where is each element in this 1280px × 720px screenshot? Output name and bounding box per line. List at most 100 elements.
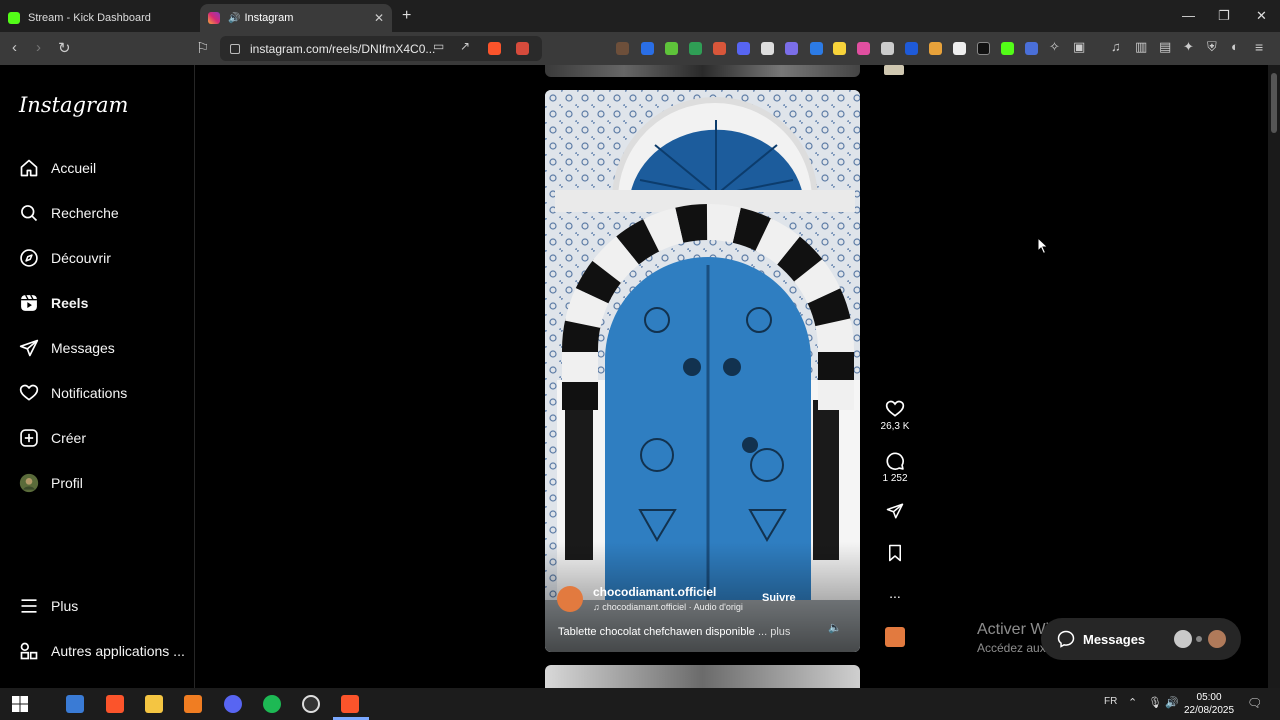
extension-icon[interactable] xyxy=(785,42,798,55)
tab-instagram[interactable]: 🔊 Instagram ✕ xyxy=(200,4,392,32)
share-icon[interactable]: ↗ xyxy=(460,39,470,53)
site-info-icon[interactable] xyxy=(230,43,240,54)
share-action[interactable] xyxy=(876,502,914,520)
obs-icon[interactable] xyxy=(302,695,320,713)
sidebar-item-plus[interactable]: Plus xyxy=(18,588,78,624)
sidebar-item-label: Recherche xyxy=(51,205,119,221)
store-icon[interactable] xyxy=(66,695,84,713)
page-scrollbar[interactable] xyxy=(1268,65,1280,688)
brave-active-icon[interactable] xyxy=(341,695,359,713)
url-text: instagram.com/reels/DNIfmX4C0... xyxy=(250,41,436,56)
extension-icon[interactable] xyxy=(833,42,846,55)
extension-icon[interactable] xyxy=(953,42,966,55)
search-icon xyxy=(18,202,40,224)
brave-rewards-icon[interactable] xyxy=(516,42,529,55)
vpn-icon[interactable]: ⛨ xyxy=(1207,39,1217,55)
app-icon[interactable] xyxy=(184,695,202,713)
sidebar-item-messages[interactable]: Messages xyxy=(18,330,115,366)
sidebar-item-label: Messages xyxy=(51,340,115,356)
previous-reel[interactable] xyxy=(545,65,860,77)
audio-thumbnail[interactable] xyxy=(885,627,905,647)
system-clock[interactable]: 05:00 22/08/2025 xyxy=(1184,691,1234,717)
heart-icon[interactable] xyxy=(876,399,914,419)
share-icon[interactable] xyxy=(876,502,914,520)
instagram-sidebar: Instagram Accueil Recherche Découvrir Re… xyxy=(0,65,195,688)
browser-titlebar: Stream - Kick Dashboard 🔊 Instagram ✕ + … xyxy=(0,0,1280,32)
tab-title: Stream - Kick Dashboard xyxy=(28,12,151,24)
notification-center-icon[interactable]: 🗨 xyxy=(1247,696,1262,710)
comment-action[interactable]: 1 252 xyxy=(876,451,914,484)
extension-icon[interactable] xyxy=(641,42,654,55)
edge-icon[interactable]: ◐ xyxy=(1231,39,1239,54)
sidebar-item-decouvrir[interactable]: Découvrir xyxy=(18,240,111,276)
extension-icon[interactable] xyxy=(665,42,678,55)
extension-icon[interactable] xyxy=(737,42,750,55)
sidebar-item-notifications[interactable]: Notifications xyxy=(18,375,127,411)
save-action[interactable] xyxy=(876,544,914,562)
sidebar-item-reels[interactable]: Reels xyxy=(18,285,88,321)
scrollbar-thumb[interactable] xyxy=(1271,73,1277,133)
messages-pill[interactable]: Messages xyxy=(1041,618,1241,660)
extension-icon[interactable] xyxy=(761,42,774,55)
forward-icon[interactable]: › xyxy=(36,39,41,56)
sidebar-item-autres-applications[interactable]: Autres applications ... xyxy=(18,633,185,669)
bookmark-icon[interactable]: ⚐ xyxy=(196,39,209,57)
extension-icon[interactable] xyxy=(810,42,823,55)
media-icon[interactable]: ♫ xyxy=(1111,39,1121,54)
x-icon[interactable] xyxy=(977,42,990,55)
brave-icon[interactable] xyxy=(106,695,124,713)
reel-video[interactable]: chocodiamant.officiel ♫ chocodiamant.off… xyxy=(545,90,860,652)
reel-author[interactable]: chocodiamant.officiel ♫ chocodiamant.off… xyxy=(557,585,743,612)
extension-icon[interactable] xyxy=(857,42,870,55)
sidebar-item-profil[interactable]: Profil xyxy=(18,465,83,501)
menu-icon[interactable]: ≡ xyxy=(1255,39,1263,55)
back-icon[interactable]: ‹ xyxy=(12,39,17,56)
extension-icon[interactable] xyxy=(1025,42,1038,55)
reload-icon[interactable]: ↻ xyxy=(58,39,71,57)
language-indicator[interactable]: FR xyxy=(1104,696,1117,707)
instagram-logo[interactable]: Instagram xyxy=(19,93,128,117)
new-tab-button[interactable]: + xyxy=(402,7,411,25)
close-window-button[interactable]: ✕ xyxy=(1256,8,1267,24)
more-options-icon[interactable]: ... xyxy=(876,585,914,601)
follow-button[interactable]: Suivre xyxy=(762,592,796,604)
kick-extension-icon[interactable] xyxy=(1001,42,1014,55)
extension-icon[interactable] xyxy=(905,42,918,55)
like-action[interactable]: 26,3 K xyxy=(876,399,914,432)
maximize-button[interactable]: ❐ xyxy=(1218,8,1230,24)
brave-shields-icon[interactable] xyxy=(488,42,501,55)
extension-icon[interactable] xyxy=(929,42,942,55)
sidebar-item-recherche[interactable]: Recherche xyxy=(18,195,119,231)
reader-icon[interactable]: ▣ xyxy=(1073,39,1085,55)
microphone-icon[interactable]: 🎙 xyxy=(1148,696,1162,709)
volume-icon[interactable]: 🔈 xyxy=(828,621,842,634)
author-name[interactable]: chocodiamant.officiel xyxy=(593,585,743,599)
extension-icon[interactable] xyxy=(689,42,702,55)
sidebar-item-creer[interactable]: Créer xyxy=(18,420,86,456)
wallet-icon[interactable]: ▤ xyxy=(1159,39,1171,55)
windows-start-icon[interactable] xyxy=(11,695,29,713)
file-explorer-icon[interactable] xyxy=(145,695,163,713)
sidebar-item-accueil[interactable]: Accueil xyxy=(18,150,96,186)
volume-icon[interactable]: 🔊 xyxy=(1165,696,1179,709)
discord-icon[interactable] xyxy=(224,695,242,713)
spotify-icon[interactable] xyxy=(263,695,281,713)
avatar[interactable] xyxy=(557,585,583,612)
leo-ai-icon[interactable]: ✦ xyxy=(1183,39,1194,55)
extension-icon[interactable] xyxy=(616,42,629,55)
extension-icon[interactable] xyxy=(881,42,894,55)
cast-icon[interactable]: ▭ xyxy=(433,39,444,53)
comment-icon[interactable] xyxy=(876,451,914,471)
previous-reel-avatar[interactable] xyxy=(884,65,904,75)
close-tab-icon[interactable]: ✕ xyxy=(374,11,384,25)
next-reel[interactable] xyxy=(545,665,860,688)
tab-kick-dashboard[interactable]: Stream - Kick Dashboard xyxy=(8,4,198,32)
bookmark-icon[interactable] xyxy=(876,544,914,562)
caption-more-link[interactable]: ... plus xyxy=(758,626,790,638)
sidebar-toggle-icon[interactable]: ▥ xyxy=(1135,39,1147,55)
chevron-up-icon[interactable]: ⌃ xyxy=(1128,696,1137,709)
extension-icon[interactable] xyxy=(713,42,726,55)
audio-label[interactable]: ♫ chocodiamant.officiel · Audio d'origin… xyxy=(593,602,743,612)
puzzle-icon[interactable]: ✧ xyxy=(1049,39,1060,55)
minimize-button[interactable]: — xyxy=(1182,8,1195,23)
